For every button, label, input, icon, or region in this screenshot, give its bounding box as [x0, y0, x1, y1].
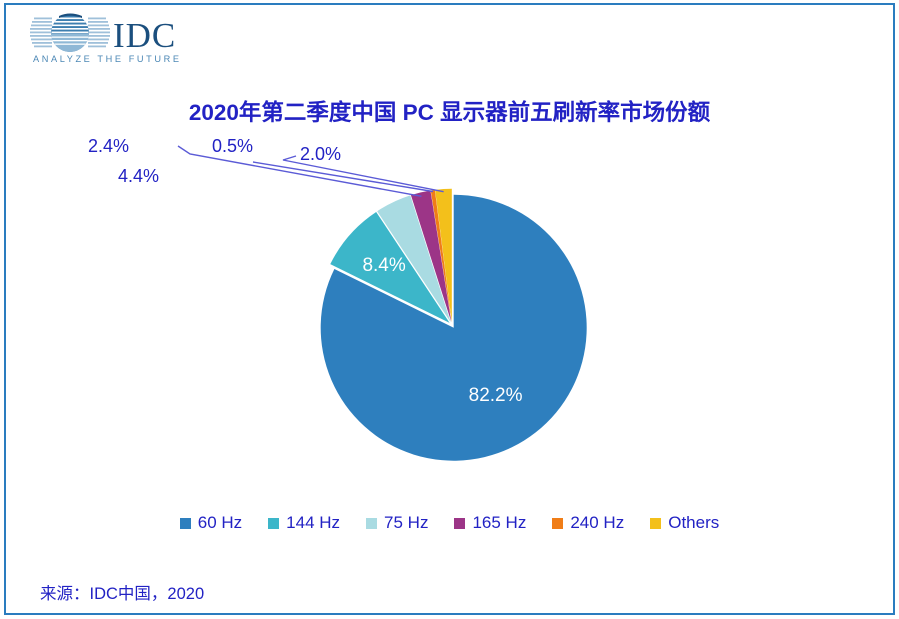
legend-label: 165 Hz	[472, 513, 527, 532]
legend-label: Others	[668, 513, 720, 532]
pie-slices-group	[320, 188, 587, 461]
legend-swatch-icon	[552, 517, 564, 529]
legend-swatch-icon	[179, 517, 191, 529]
pie-chart-plot-area: 82.2% 8.4% 4.4% 2.4% 0.5% 2.0%	[0, 130, 899, 500]
legend-item-240-hz[interactable]: 240 Hz	[552, 513, 624, 533]
legend-label: 240 Hz	[570, 513, 625, 532]
legend-swatch-icon	[454, 517, 466, 529]
idc-globe-logo: IDC ANALYZE THE FUTURE	[30, 13, 182, 64]
legend-item-others[interactable]: Others	[650, 513, 719, 533]
idc-wordmark: IDC	[113, 16, 176, 55]
pie-label-75-hz: 4.4%	[118, 166, 159, 186]
legend-swatch-icon	[268, 517, 280, 529]
pie-label-240-hz: 0.5%	[212, 136, 253, 156]
legend-label: 144 Hz	[286, 513, 341, 532]
source-note: 来源：IDC中国，2020	[40, 585, 205, 603]
pie-label-165-hz: 2.4%	[88, 136, 129, 156]
pie-label-others: 2.0%	[300, 144, 341, 164]
chart-legend: 60 Hz 144 Hz 75 Hz 165 Hz 240 Hz Others	[0, 513, 899, 533]
legend-item-165-hz[interactable]: 165 Hz	[454, 513, 526, 533]
legend-swatch-icon	[366, 517, 378, 529]
legend-item-60-hz[interactable]: 60 Hz	[179, 513, 243, 533]
idc-tagline: ANALYZE THE FUTURE	[33, 54, 182, 64]
idc-logo: IDC ANALYZE THE FUTURE	[29, 10, 189, 66]
legend-item-144-hz[interactable]: 144 Hz	[268, 513, 340, 533]
legend-label: 75 Hz	[384, 513, 429, 532]
legend-item-75-hz[interactable]: 75 Hz	[366, 513, 428, 533]
legend-swatch-icon	[650, 517, 662, 529]
leader-line-240hz	[252, 161, 434, 193]
chart-page: IDC ANALYZE THE FUTURE 2020年第二季度中国 PC 显示…	[0, 0, 899, 619]
legend-label: 60 Hz	[197, 513, 243, 532]
chart-title: 2020年第二季度中国 PC 显示器前五刷新率市场份额	[188, 100, 711, 125]
pie-label-60-hz: 82.2%	[469, 385, 523, 406]
pie-chart: 82.2% 8.4% 4.4% 2.4% 0.5% 2.0%	[88, 136, 587, 461]
pie-label-144-hz: 8.4%	[362, 255, 405, 276]
